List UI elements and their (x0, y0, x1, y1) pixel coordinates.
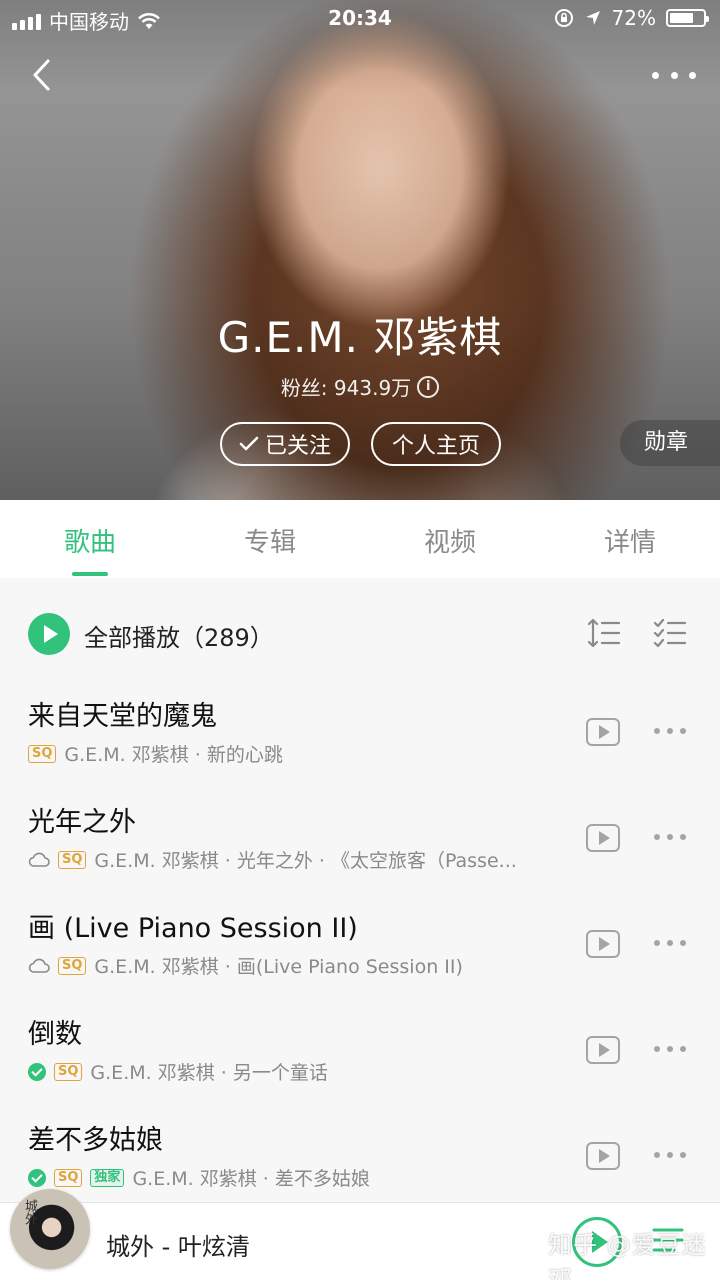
info-icon[interactable]: i (417, 375, 440, 398)
video-icon[interactable] (586, 1142, 620, 1170)
video-icon[interactable] (586, 718, 620, 746)
tab-albums[interactable]: 专辑 (180, 500, 360, 578)
song-row[interactable]: 光年之外 SQ G.E.M. 邓紫棋 · 光年之外 · 《太空旅客（Passe.… (0, 790, 720, 896)
status-bar: 中国移动 20:34 72% (0, 0, 720, 38)
song-artist-album: G.E.M. 邓紫棋 · 光年之外 · 《太空旅客（Passe... (94, 850, 517, 872)
cloud-icon (28, 852, 50, 867)
homepage-button[interactable]: 个人主页 (371, 422, 501, 466)
status-right: 72% (554, 6, 709, 30)
sq-tag: SQ (58, 850, 87, 869)
more-icon[interactable] (654, 1152, 686, 1160)
more-icon[interactable] (654, 834, 686, 842)
check-icon (239, 436, 259, 451)
tab-details[interactable]: 详情 (540, 500, 720, 578)
back-button[interactable] (24, 55, 64, 95)
more-icon[interactable] (654, 1046, 686, 1054)
sq-tag: SQ (28, 744, 57, 763)
homepage-label: 个人主页 (391, 434, 480, 459)
song-artist-album: G.E.M. 邓紫棋 · 新的心跳 (64, 744, 283, 766)
song-artist-album: G.E.M. 邓紫棋 · 画(Live Piano Session II) (94, 956, 463, 978)
fans-label: 粉丝: 943.9万 (280, 376, 412, 400)
battery-icon (666, 9, 709, 27)
tab-albums-label: 专辑 (243, 528, 296, 558)
badge-button[interactable]: 勋章 (620, 420, 720, 466)
more-icon[interactable] (654, 940, 686, 948)
downloaded-icon (28, 1168, 46, 1187)
song-row[interactable]: 倒数 SQ G.E.M. 邓紫棋 · 另一个童话 (0, 1002, 720, 1108)
sq-tag: SQ (58, 956, 87, 975)
multi-select-icon[interactable] (652, 616, 688, 650)
song-row[interactable]: 来自天堂的魔鬼 SQ G.E.M. 邓紫棋 · 新的心跳 (0, 684, 720, 790)
play-all-label: 全部播放（289） (84, 624, 274, 652)
song-title: 倒数 (28, 1019, 82, 1050)
exclusive-tag: 独家 (90, 1168, 125, 1187)
tab-details-label: 详情 (603, 528, 656, 558)
song-title: 光年之外 (28, 807, 136, 838)
more-button[interactable] (652, 60, 696, 90)
song-meta: SQ 独家 G.E.M. 邓紫棋 · 差不多姑娘 (28, 1164, 573, 1191)
play-icon[interactable] (28, 613, 70, 655)
tab-videos-label: 视频 (423, 528, 476, 558)
fans-count: 粉丝: 943.9万 i (0, 372, 720, 401)
song-meta: SQ G.E.M. 邓紫棋 · 画(Live Piano Session II) (28, 952, 573, 979)
orientation-lock-icon (554, 9, 573, 27)
sort-icon[interactable] (586, 616, 622, 650)
more-icon[interactable] (654, 728, 686, 736)
song-title: 差不多姑娘 (28, 1125, 163, 1156)
hero-overlay (0, 0, 720, 500)
song-list: 全部播放（289） 来自天堂的魔鬼 SQ G.E.M. 邓紫棋 · 新的心跳 光… (0, 578, 720, 1202)
location-icon (585, 11, 600, 25)
tab-songs[interactable]: 歌曲 (0, 500, 180, 578)
tab-videos[interactable]: 视频 (360, 500, 540, 578)
artist-hero: 中国移动 20:34 72% G.E.M. 邓紫棋 粉丝: 943.9万 i 已… (0, 0, 720, 500)
back-icon (33, 59, 50, 91)
song-row[interactable]: 差不多姑娘 SQ 独家 G.E.M. 邓紫棋 · 差不多姑娘 (0, 1108, 720, 1214)
song-meta: SQ G.E.M. 邓紫棋 · 光年之外 · 《太空旅客（Passe... (28, 846, 573, 873)
watermark: 知乎 @爱豆迷邓 (548, 1231, 707, 1280)
play-all-row[interactable]: 全部播放（289） (0, 578, 720, 688)
song-artist-album: G.E.M. 邓紫棋 · 另一个童话 (90, 1062, 328, 1084)
song-meta: SQ G.E.M. 邓紫棋 · 另一个童话 (28, 1058, 573, 1085)
tab-indicator (72, 572, 108, 576)
tab-bar: 歌曲 专辑 视频 详情 (0, 500, 720, 578)
tab-songs-label: 歌曲 (63, 528, 116, 558)
video-icon[interactable] (586, 1036, 620, 1064)
battery-percent: 72% (611, 6, 656, 30)
song-title: 画 (Live Piano Session II) (28, 913, 358, 944)
song-row[interactable]: 画 (Live Piano Session II) SQ G.E.M. 邓紫棋 … (0, 896, 720, 1002)
album-cover[interactable]: 城外 (10, 1189, 90, 1269)
song-artist-album: G.E.M. 邓紫棋 · 差不多姑娘 (132, 1168, 370, 1190)
follow-label: 已关注 (264, 434, 331, 459)
follow-button[interactable]: 已关注 (220, 422, 350, 466)
video-icon[interactable] (586, 824, 620, 852)
battery-fill (670, 13, 694, 23)
mini-player[interactable]: 城外 城外 - 叶炫清 知乎 @爱豆迷邓 (0, 1189, 720, 1280)
video-icon[interactable] (586, 930, 620, 958)
downloaded-icon (28, 1062, 46, 1081)
song-meta: SQ G.E.M. 邓紫棋 · 新的心跳 (28, 740, 573, 767)
sq-tag: SQ (54, 1168, 83, 1187)
cover-text: 城外 (22, 1199, 37, 1225)
sq-tag: SQ (54, 1062, 83, 1081)
cloud-icon (28, 958, 50, 973)
artist-name: G.E.M. 邓紫棋 (217, 313, 503, 362)
song-title: 来自天堂的魔鬼 (28, 701, 217, 732)
now-playing-title: 城外 - 叶炫清 (106, 1233, 250, 1261)
